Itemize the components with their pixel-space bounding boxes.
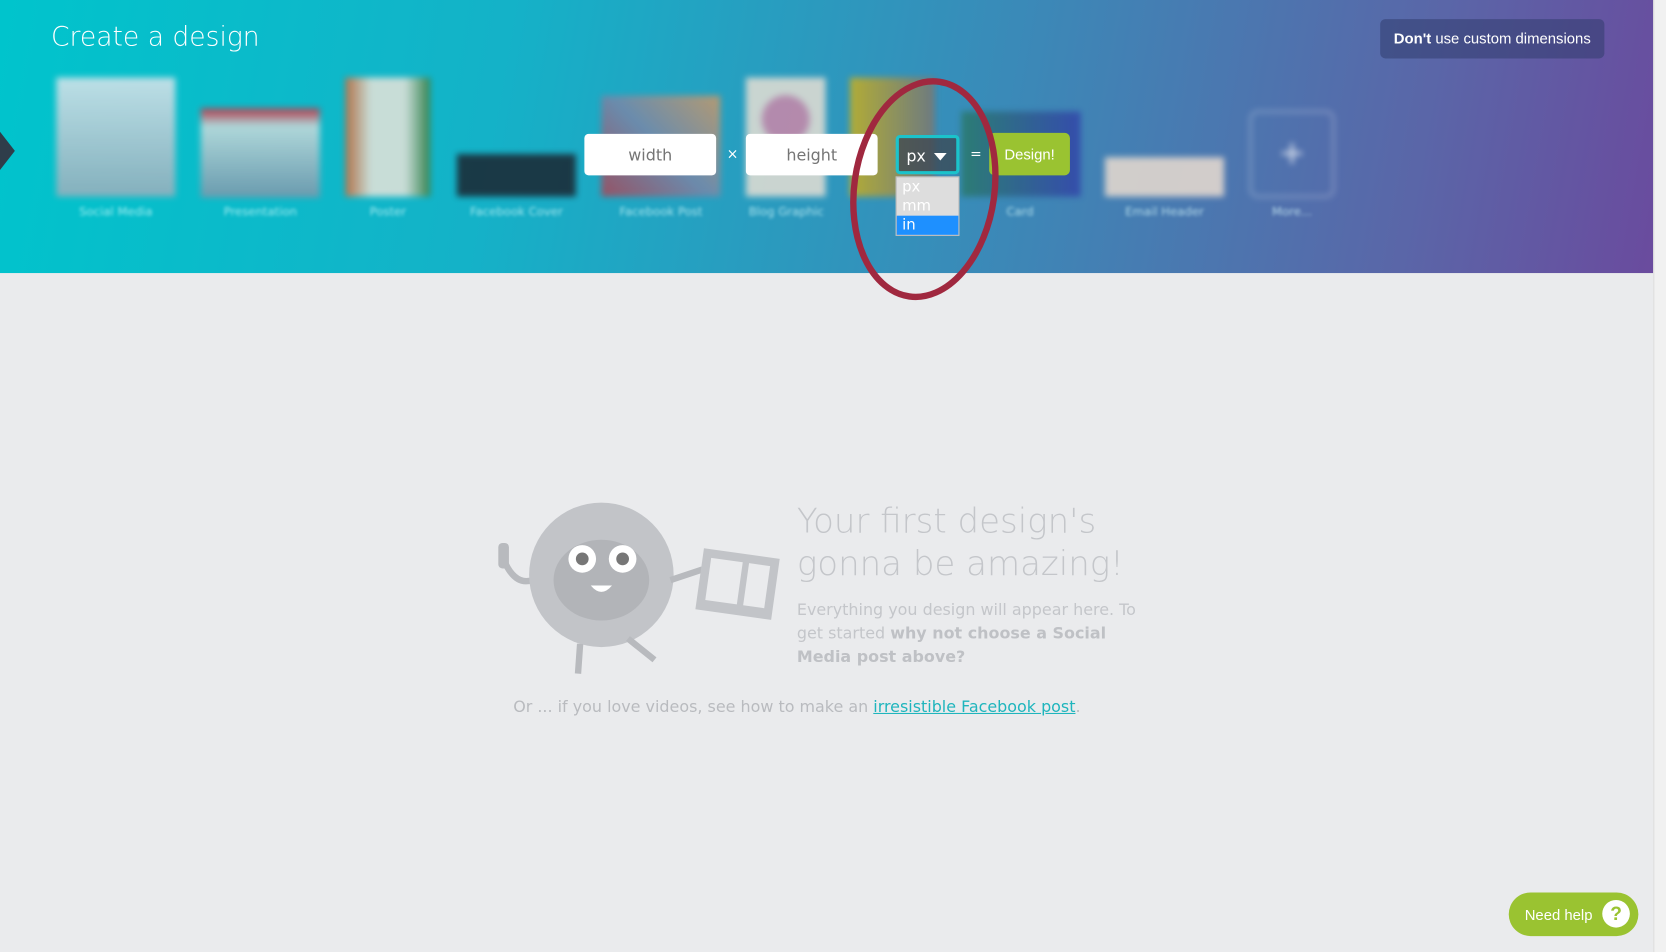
- times-sign: ×: [726, 146, 739, 163]
- template-label: Email Header: [1125, 205, 1204, 219]
- template-label: Social Media: [79, 205, 153, 219]
- annotation-circle: [850, 78, 999, 301]
- template-presentation[interactable]: [200, 108, 320, 198]
- template-email-header[interactable]: [1105, 157, 1224, 197]
- irresistible-facebook-post-link[interactable]: irresistible Facebook post: [873, 697, 1075, 716]
- question-icon: ?: [1602, 899, 1630, 928]
- scroll-left-arrow-icon[interactable]: [0, 131, 15, 170]
- template-label: Presentation: [223, 205, 298, 219]
- template-social-media[interactable]: [56, 77, 176, 197]
- or-suffix: .: [1075, 697, 1081, 717]
- template-label: Poster: [369, 205, 407, 219]
- help-label: Need help: [1524, 905, 1593, 923]
- template-label: Facebook Cover: [469, 205, 563, 219]
- dont-use-custom-dimensions-button[interactable]: Don't use custom dimensions: [1380, 19, 1605, 59]
- template-facebook-cover[interactable]: [456, 154, 576, 197]
- width-input[interactable]: [584, 133, 717, 176]
- empty-state-description: Everything you design will appear here. …: [797, 598, 1148, 668]
- need-help-button[interactable]: Need help?: [1508, 892, 1639, 937]
- or-prefix: Or ... if you love videos, see how to ma…: [513, 697, 874, 717]
- template-poster[interactable]: [345, 77, 431, 197]
- create-design-header: Create a design Don't use custom dimensi…: [0, 0, 1654, 274]
- page-title: Create a design: [51, 21, 260, 53]
- template-more[interactable]: +: [1249, 110, 1335, 198]
- video-prompt: Or ... if you love videos, see how to ma…: [0, 697, 1594, 716]
- template-label: Blog Graphic: [748, 205, 824, 219]
- template-label: Facebook Post: [619, 205, 703, 219]
- scrollbar[interactable]: [1653, 0, 1666, 952]
- no-custom-bold: Don't: [1393, 29, 1432, 47]
- monster-mascot-illustration: [498, 502, 780, 674]
- template-label: More...: [1271, 205, 1313, 219]
- page: Create a design Don't use custom dimensi…: [0, 0, 1666, 952]
- no-custom-rest: use custom dimensions: [1431, 29, 1591, 47]
- empty-state-headline: Your first design's gonna be amazing!: [796, 500, 1124, 584]
